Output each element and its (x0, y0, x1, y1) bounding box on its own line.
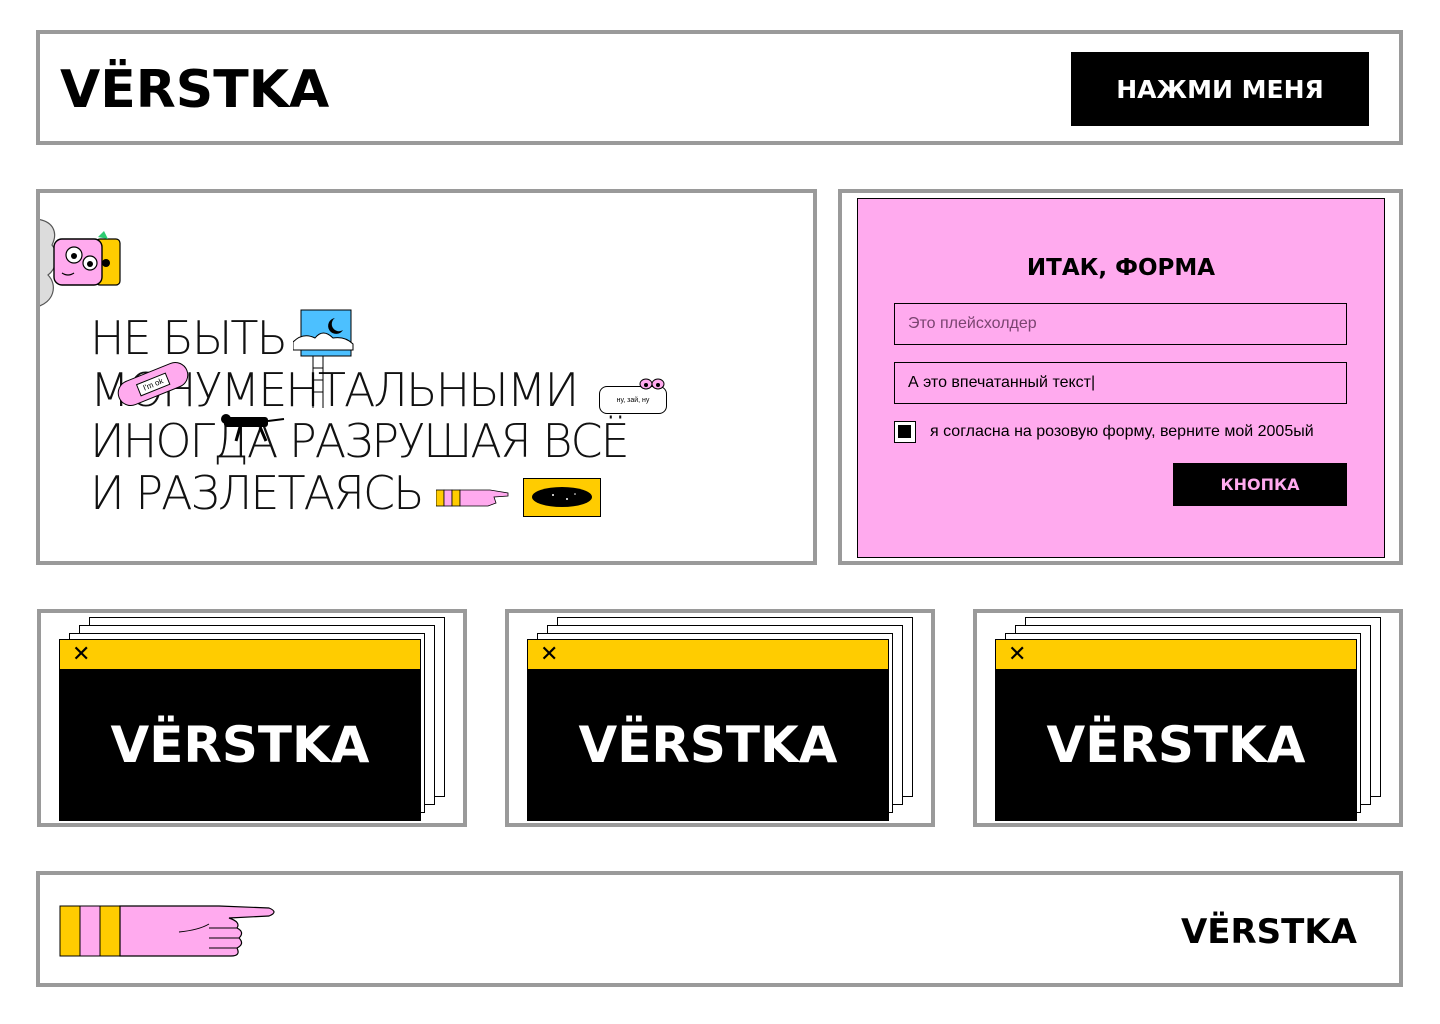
pointing-hand-icon (59, 905, 275, 957)
hero-line: ИНОГДА РАЗРУШАЯ ВСЁ (90, 414, 630, 468)
typed-text-input[interactable] (894, 362, 1347, 404)
checkbox-mark (898, 425, 911, 438)
window-card: ✕ VЁRSTKA (973, 609, 1403, 827)
front-window: ✕ VЁRSTKA (995, 639, 1357, 821)
card-logo: VЁRSTKA (578, 716, 838, 774)
black-hole-icon (523, 478, 601, 517)
lying-figure-icon (221, 414, 285, 442)
front-window: ✕ VЁRSTKA (527, 639, 889, 821)
speech-bubble-icon: ну, зай, ну (599, 386, 667, 414)
consent-row: я согласна на розовую форму, верните мой… (894, 421, 1314, 443)
window-card: ✕ VЁRSTKA (37, 609, 467, 827)
placeholder-input[interactable] (894, 303, 1347, 345)
hero-panel: НЕ БЫТЬ МОНУМЕНТАЛЬНЫМИ ИНОГДА РАЗРУШАЯ … (36, 189, 817, 565)
consent-label: я согласна на розовую форму, верните мой… (930, 423, 1314, 440)
window-titlebar: ✕ (996, 640, 1356, 670)
close-icon[interactable]: ✕ (1008, 644, 1026, 666)
peeking-character-icon (40, 219, 121, 307)
press-me-button[interactable]: НАЖМИ МЕНЯ (1071, 52, 1369, 126)
window-titlebar: ✕ (528, 640, 888, 670)
bandage-label: I'm ok (136, 372, 170, 396)
window-titlebar: ✕ (60, 640, 420, 670)
front-window: ✕ VЁRSTKA (59, 639, 421, 821)
eyes-icon (639, 378, 665, 390)
footer-logo[interactable]: VЁRSTKA (1181, 915, 1357, 949)
submit-button[interactable]: КНОПКА (1173, 463, 1347, 506)
close-icon[interactable]: ✕ (72, 644, 90, 666)
site-footer: VЁRSTKA (36, 871, 1403, 987)
night-window-icon (293, 309, 354, 408)
card-logo: VЁRSTKA (110, 716, 370, 774)
hero-line: НЕ БЫТЬ (90, 311, 288, 365)
window-card: ✕ VЁRSTKA (505, 609, 935, 827)
header-logo[interactable]: VЁRSTKA (60, 64, 329, 116)
card-logo: VЁRSTKA (1046, 716, 1306, 774)
consent-checkbox[interactable] (894, 421, 916, 443)
pink-form: ИТАК, ФОРМА я согласна на розовую форму,… (857, 198, 1385, 558)
site-header: VЁRSTKA НАЖМИ МЕНЯ (36, 30, 1403, 145)
form-panel: ИТАК, ФОРМА я согласна на розовую форму,… (838, 189, 1403, 565)
form-title: ИТАК, ФОРМА (1026, 255, 1216, 281)
speech-bubble-text: ну, зай, ну (616, 396, 650, 404)
close-icon[interactable]: ✕ (540, 644, 558, 666)
pointing-hand-icon (436, 489, 509, 507)
